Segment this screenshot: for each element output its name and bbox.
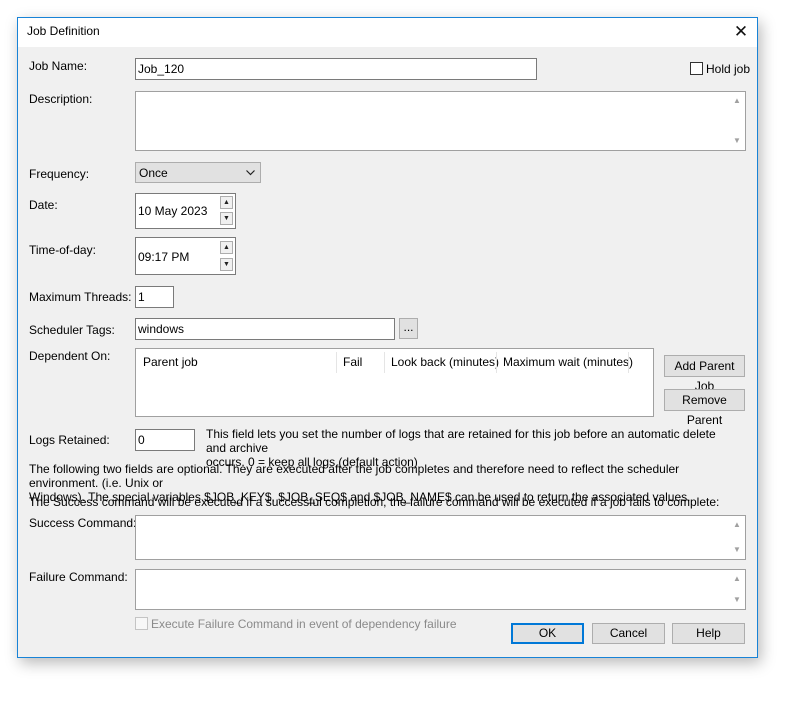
date-value: 10 May 2023 [138,204,208,218]
execute-failure-label: Execute Failure Command in event of depe… [151,617,457,631]
dependent-on-list[interactable]: Parent job Fail Look back (minutes) Maxi… [135,348,654,417]
scheduler-tags-input[interactable]: windows [135,318,395,340]
date-down-icon[interactable]: ▼ [220,212,233,225]
frequency-value: Once [139,166,168,180]
time-up-icon[interactable]: ▲ [220,241,233,254]
description-label: Description: [29,92,93,106]
column-header-maximum-wait[interactable]: Maximum wait (minutes) [503,355,633,369]
scheduler-tags-browse-button[interactable]: ... [399,318,418,339]
success-command-textarea[interactable]: ▲ ▼ [135,515,746,560]
logs-retained-input[interactable]: 0 [135,429,195,451]
logs-retained-label: Logs Retained: [29,433,110,447]
scroll-down-icon[interactable]: ▼ [730,134,744,148]
ok-button[interactable]: OK [511,623,584,644]
date-picker[interactable]: 10 May 2023 ▲ ▼ [135,193,236,229]
frequency-select[interactable]: Once [135,162,261,183]
date-up-icon[interactable]: ▲ [220,196,233,209]
column-header-parent-job[interactable]: Parent job [143,355,198,369]
title-bar [18,18,757,47]
time-of-day-picker[interactable]: 09:17 PM ▲ ▼ [135,237,236,275]
job-name-label: Job Name: [29,59,88,73]
remove-parent-button[interactable]: Remove Parent [664,389,745,427]
add-parent-job-button[interactable]: Add Parent Job [664,355,745,393]
time-down-icon[interactable]: ▼ [220,258,233,271]
scroll-down-icon[interactable]: ▼ [730,543,744,557]
note-line-1: The following two fields are optional. T… [29,462,680,490]
dependent-on-label: Dependent On: [29,349,111,363]
date-label: Date: [29,198,58,212]
close-icon[interactable]: ✕ [730,22,752,42]
max-threads-label: Maximum Threads: [29,290,132,304]
time-of-day-label: Time-of-day: [29,243,96,257]
dependent-on-header: Parent job Fail Look back (minutes) Maxi… [136,349,653,374]
scroll-down-icon[interactable]: ▼ [730,593,744,607]
chevron-down-icon [246,170,255,176]
window-title: Job Definition [27,24,100,38]
scroll-up-icon[interactable]: ▲ [730,572,744,586]
scroll-up-icon[interactable]: ▲ [730,518,744,532]
help-button[interactable]: Help [672,623,745,644]
logs-retained-help-line1: This field lets you set the number of lo… [206,427,716,455]
max-threads-input[interactable]: 1 [135,286,174,308]
failure-command-scrollbar[interactable]: ▲ ▼ [730,571,744,608]
column-header-fail[interactable]: Fail [343,355,362,369]
success-command-scrollbar[interactable]: ▲ ▼ [730,517,744,558]
job-name-input[interactable]: Job_120 [135,58,537,80]
hold-job-checkbox[interactable] [690,62,703,75]
scroll-up-icon[interactable]: ▲ [730,94,744,108]
scheduler-tags-label: Scheduler Tags: [29,323,115,337]
note-line-3: The Success command will be executed if … [29,495,720,509]
column-header-look-back[interactable]: Look back (minutes) [391,355,499,369]
failure-command-textarea[interactable]: ▲ ▼ [135,569,746,610]
failure-command-label: Failure Command: [29,570,128,584]
description-scrollbar[interactable]: ▲ ▼ [730,93,744,149]
cancel-button[interactable]: Cancel [592,623,665,644]
hold-job-label: Hold job [706,62,751,76]
execute-failure-checkbox[interactable] [135,617,148,630]
time-of-day-value: 09:17 PM [138,250,190,264]
success-command-label: Success Command: [29,516,137,530]
description-textarea[interactable]: ▲ ▼ [135,91,746,151]
frequency-label: Frequency: [29,167,90,181]
